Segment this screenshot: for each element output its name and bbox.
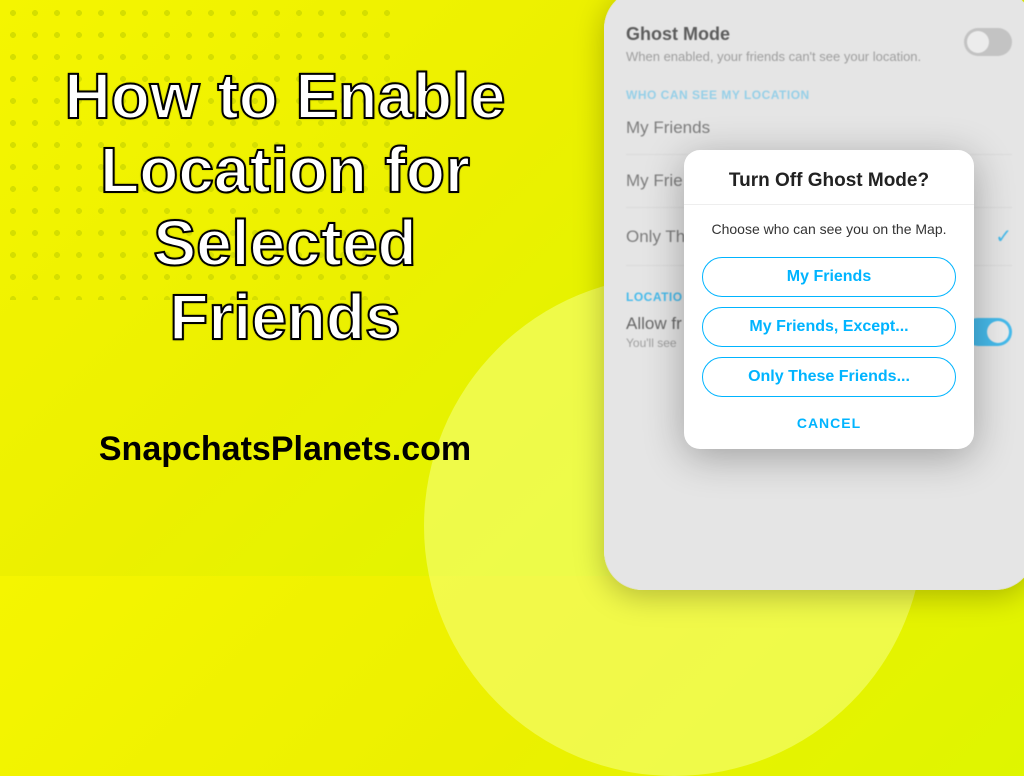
- modal-divider: [684, 204, 974, 205]
- site-url: SnapchatsPlanets.com: [75, 430, 495, 469]
- phone-mockup: Ghost Mode When enabled, your friends ca…: [604, 0, 1024, 590]
- modal-cancel-button[interactable]: CANCEL: [702, 407, 956, 433]
- modal-subtitle: Choose who can see you on the Map.: [702, 221, 956, 239]
- modal-option-my-friends[interactable]: My Friends: [702, 257, 956, 297]
- modal-title: Turn Off Ghost Mode?: [702, 170, 956, 192]
- modal-option-my-friends-except[interactable]: My Friends, Except...: [702, 307, 956, 347]
- modal-option-only-these[interactable]: Only These Friends...: [702, 357, 956, 397]
- banner-headline: How to Enable Location for Selected Frie…: [55, 60, 515, 354]
- ghost-mode-modal: Turn Off Ghost Mode? Choose who can see …: [684, 150, 974, 449]
